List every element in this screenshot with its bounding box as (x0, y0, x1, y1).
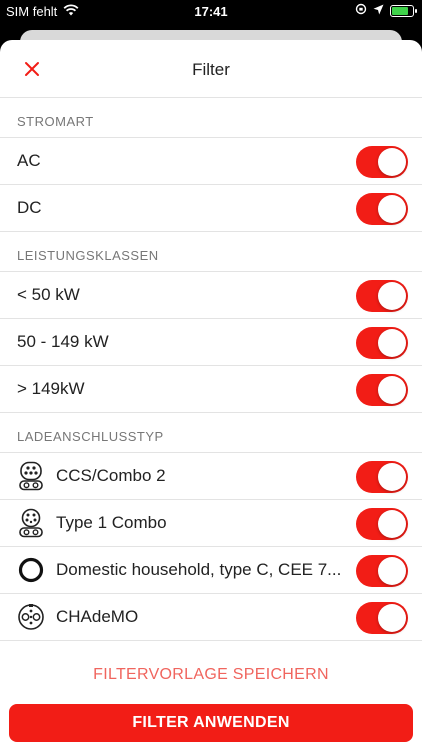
page-title: Filter (192, 60, 230, 79)
filter-row-domestic: Domestic household, type C, CEE 7... (0, 547, 422, 594)
section-header-ladeanschlusstyp: LADEANSCHLUSSTYP (0, 413, 422, 453)
filter-row-under-50: < 50 kW (0, 272, 422, 319)
toggle-type1-combo[interactable] (356, 508, 408, 540)
type1-combo-plug-icon (17, 508, 45, 538)
filter-row-dc: DC (0, 185, 422, 232)
toggle-50-149[interactable] (356, 327, 408, 359)
toggle-over-149[interactable] (356, 374, 408, 406)
chademo-plug-icon (17, 602, 45, 632)
toggle-ccs-combo2[interactable] (356, 461, 408, 493)
battery-icon (390, 4, 417, 17)
toggle-ac[interactable] (356, 146, 408, 178)
toggle-dc[interactable] (356, 193, 408, 225)
filter-row-chademo: CHAdeMO (0, 594, 422, 641)
location-arrow-icon (373, 3, 384, 18)
toggle-domestic[interactable] (356, 555, 408, 587)
filter-row-over-149: > 149kW (0, 366, 422, 413)
nav-bar: Filter (0, 40, 422, 98)
orientation-lock-icon (355, 3, 367, 18)
filter-row-ac: AC (0, 138, 422, 185)
status-bar: SIM fehlt 17:41 (0, 0, 422, 24)
filter-row-type1-combo: Type 1 Combo (0, 500, 422, 547)
save-filter-template-button[interactable]: FILTERVORLAGE SPEICHERN (0, 666, 422, 684)
row-label: AC (17, 151, 41, 170)
toggle-chademo[interactable] (356, 602, 408, 634)
ccs-combo2-plug-icon (17, 461, 45, 491)
section-header-stromart: STROMART (0, 98, 422, 138)
row-label: CHAdeMO (56, 607, 139, 626)
row-label: CCS/Combo 2 (56, 466, 166, 485)
row-label: Type 1 Combo (56, 513, 167, 532)
apply-filter-button[interactable]: FILTER ANWENDEN (9, 704, 413, 742)
filter-row-50-149: 50 - 149 kW (0, 319, 422, 366)
toggle-under-50[interactable] (356, 280, 408, 312)
row-label: < 50 kW (17, 285, 80, 304)
row-label: Domestic household, type C, CEE 7... (56, 560, 342, 579)
filter-row-ccs-combo2: CCS/Combo 2 (0, 453, 422, 500)
section-header-leistungsklassen: LEISTUNGSKLASSEN (0, 232, 422, 272)
row-label: > 149kW (17, 379, 85, 398)
domestic-plug-icon (17, 555, 45, 585)
filter-sheet: Filter STROMART AC DC LEISTUNGSKLASSEN <… (0, 40, 422, 750)
status-right (355, 3, 417, 18)
row-label: DC (17, 198, 42, 217)
row-label: 50 - 149 kW (17, 332, 109, 351)
